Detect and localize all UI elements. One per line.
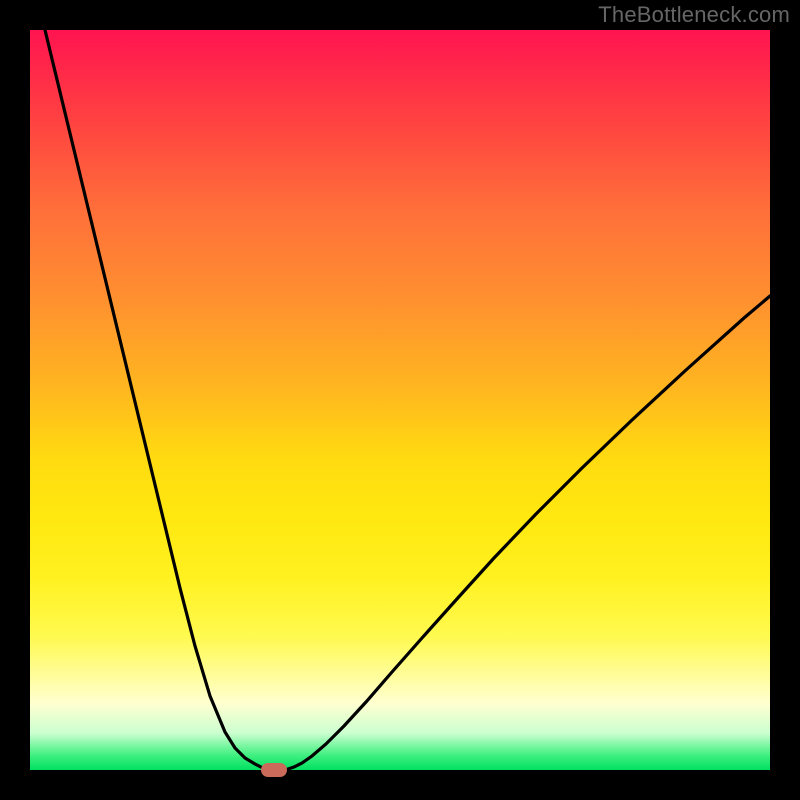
curve-svg xyxy=(30,30,770,770)
watermark-text: TheBottleneck.com xyxy=(598,2,790,28)
optimal-point-marker xyxy=(261,763,287,777)
plot-area xyxy=(30,30,770,770)
bottleneck-curve xyxy=(45,30,770,770)
chart-container: TheBottleneck.com xyxy=(0,0,800,800)
